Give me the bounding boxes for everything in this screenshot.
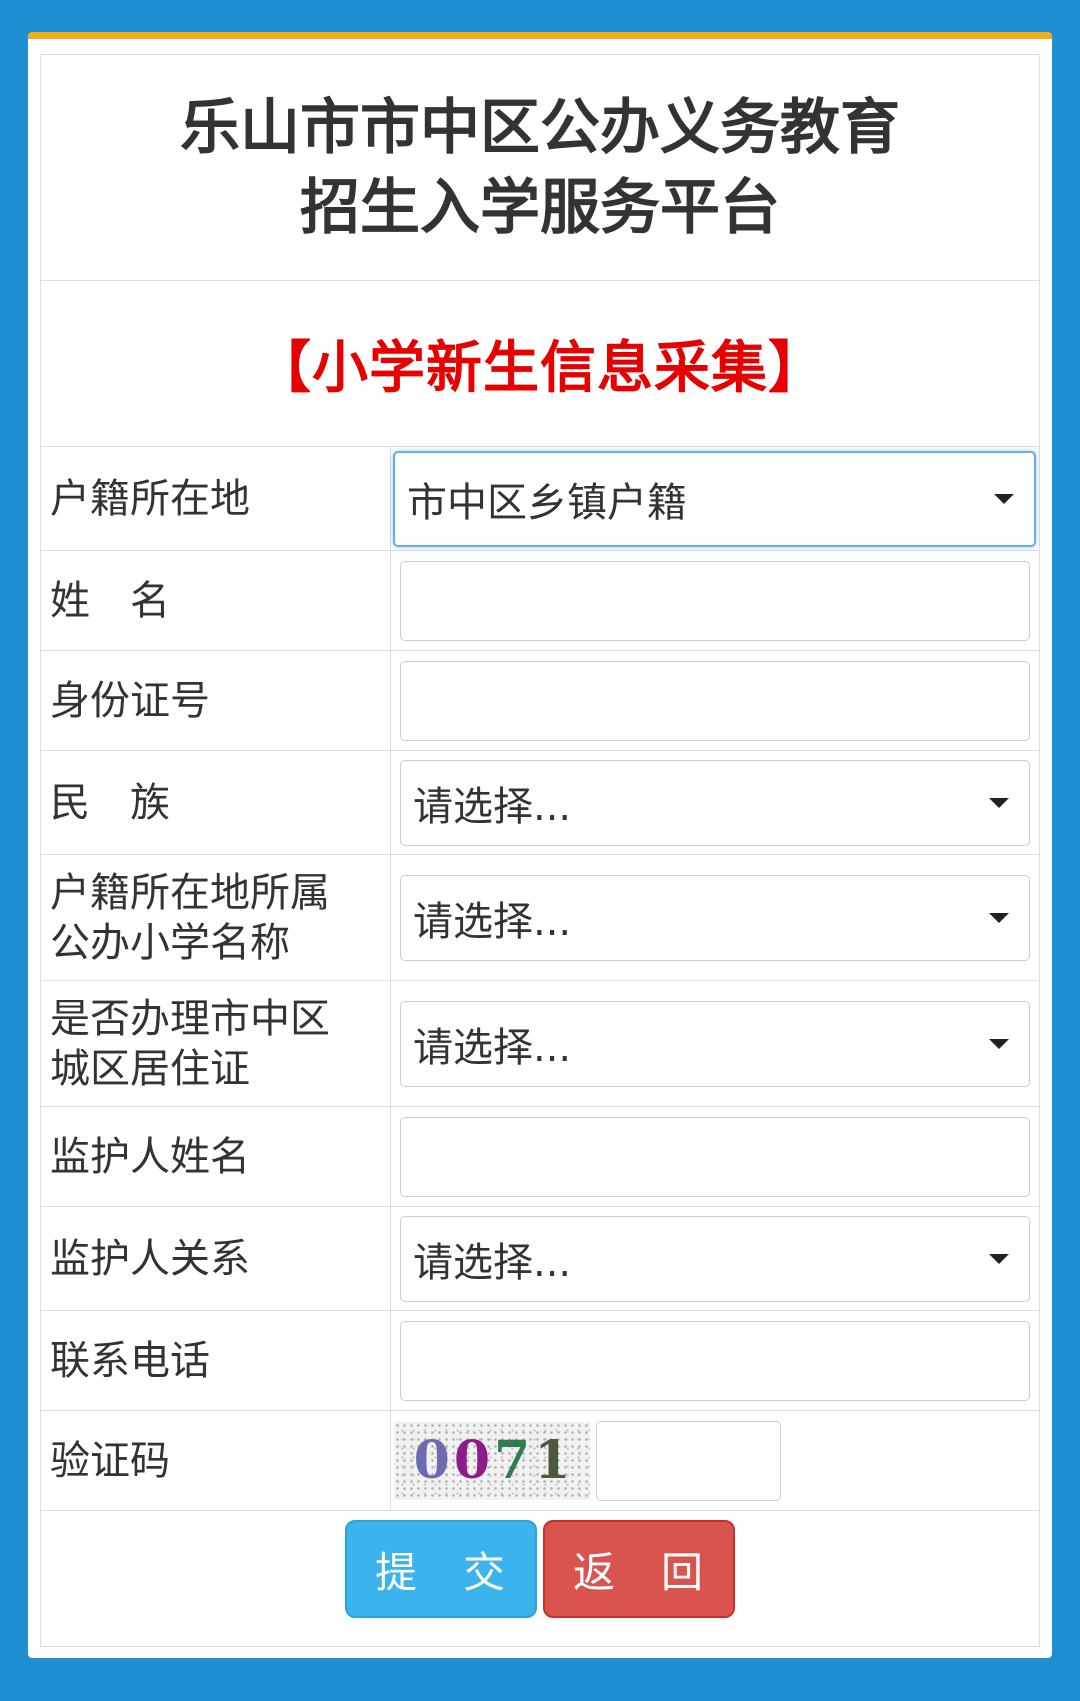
phone-label-text: 联系电话 bbox=[50, 1337, 210, 1384]
guardian-relation-label: 监护人关系 bbox=[41, 1207, 391, 1310]
school-label-text: 户籍所在地所属 公办小学名称 bbox=[50, 869, 330, 966]
back-button-label: 返 回 bbox=[572, 1547, 705, 1597]
captcha-digit: 1 bbox=[534, 1430, 571, 1491]
phone-label: 联系电话 bbox=[41, 1311, 391, 1410]
id-number-field-cell bbox=[391, 651, 1039, 750]
captcha-digit: 0 bbox=[413, 1430, 450, 1491]
residence-permit-field-cell: 请选择... bbox=[391, 981, 1039, 1106]
residence-permit-select[interactable]: 请选择... bbox=[400, 1000, 1030, 1087]
submit-button-label: 提 交 bbox=[374, 1547, 507, 1597]
school-label: 户籍所在地所属 公办小学名称 bbox=[41, 855, 391, 980]
form-panel: 乐山市市中区公办义务教育 招生入学服务平台 【小学新生信息采集】 户籍所在地 市… bbox=[40, 54, 1040, 1647]
section-header: 【小学新生信息采集】 bbox=[41, 281, 1039, 447]
captcha-digit: 0 bbox=[453, 1430, 490, 1491]
name-label: 姓 名 bbox=[41, 551, 391, 650]
guardian-relation-field-cell: 请选择... bbox=[391, 1207, 1039, 1310]
captcha-label-text: 验证码 bbox=[50, 1437, 170, 1484]
school-value: 请选择... bbox=[413, 898, 572, 945]
captcha-field-cell: 0 0 7 1 bbox=[391, 1411, 1039, 1510]
household-location-label: 户籍所在地 bbox=[41, 447, 391, 550]
section-title: 【小学新生信息采集】 bbox=[255, 336, 825, 401]
form-row-name: 姓 名 bbox=[41, 551, 1039, 651]
name-input[interactable] bbox=[400, 560, 1030, 641]
form-row-school: 户籍所在地所属 公办小学名称 请选择... bbox=[41, 855, 1039, 981]
submit-button[interactable]: 提 交 bbox=[345, 1520, 537, 1618]
residence-permit-value: 请选择... bbox=[413, 1024, 572, 1071]
form-row-guardian-relation: 监护人关系 请选择... bbox=[41, 1207, 1039, 1311]
form-row-household-location: 户籍所在地 市中区乡镇户籍 bbox=[41, 447, 1039, 551]
id-number-label: 身份证号 bbox=[41, 651, 391, 750]
form-row-captcha: 验证码 0 0 7 1 bbox=[41, 1411, 1039, 1511]
captcha-label: 验证码 bbox=[41, 1411, 391, 1510]
form-row-phone: 联系电话 bbox=[41, 1311, 1039, 1411]
guardian-name-input[interactable] bbox=[400, 1116, 1030, 1197]
id-number-input[interactable] bbox=[400, 660, 1030, 741]
guardian-name-label: 监护人姓名 bbox=[41, 1107, 391, 1206]
back-button[interactable]: 返 回 bbox=[543, 1520, 735, 1618]
chevron-down-icon bbox=[989, 912, 1009, 923]
household-location-select[interactable]: 市中区乡镇户籍 bbox=[393, 450, 1036, 547]
name-label-text: 姓 名 bbox=[50, 577, 170, 624]
residence-permit-label: 是否办理市中区 城区居住证 bbox=[41, 981, 391, 1106]
id-number-label-text: 身份证号 bbox=[50, 677, 210, 724]
captcha-digit: 7 bbox=[494, 1430, 531, 1491]
page-header: 乐山市市中区公办义务教育 招生入学服务平台 bbox=[41, 55, 1039, 281]
ethnicity-value: 请选择... bbox=[413, 783, 572, 830]
ethnicity-field-cell: 请选择... bbox=[391, 751, 1039, 854]
name-field-cell bbox=[391, 551, 1039, 650]
household-location-field: 市中区乡镇户籍 bbox=[391, 447, 1039, 550]
ethnicity-label: 民 族 bbox=[41, 751, 391, 854]
guardian-relation-select[interactable]: 请选择... bbox=[400, 1215, 1030, 1302]
form-row-guardian-name: 监护人姓名 bbox=[41, 1107, 1039, 1207]
ethnicity-select[interactable]: 请选择... bbox=[400, 759, 1030, 846]
page-title-line-2: 招生入学服务平台 bbox=[300, 172, 780, 243]
household-location-label-text: 户籍所在地 bbox=[50, 475, 250, 522]
residence-permit-label-text: 是否办理市中区 城区居住证 bbox=[50, 995, 330, 1092]
household-location-value: 市中区乡镇户籍 bbox=[407, 479, 687, 526]
chevron-down-icon bbox=[989, 1253, 1009, 1264]
captcha-image[interactable]: 0 0 7 1 bbox=[394, 1421, 590, 1500]
school-field-cell: 请选择... bbox=[391, 855, 1039, 980]
chevron-down-icon bbox=[994, 493, 1014, 504]
form-row-id-number: 身份证号 bbox=[41, 651, 1039, 751]
phone-field-cell bbox=[391, 1311, 1039, 1410]
page-title-line-1: 乐山市市中区公办义务教育 bbox=[180, 92, 900, 163]
chevron-down-icon bbox=[989, 1038, 1009, 1049]
ethnicity-label-text: 民 族 bbox=[50, 779, 170, 826]
action-bar: 提 交 返 回 bbox=[41, 1511, 1039, 1627]
guardian-name-label-text: 监护人姓名 bbox=[50, 1133, 250, 1180]
form-card: 乐山市市中区公办义务教育 招生入学服务平台 【小学新生信息采集】 户籍所在地 市… bbox=[28, 32, 1052, 1658]
guardian-name-field-cell bbox=[391, 1107, 1039, 1206]
form-row-residence-permit: 是否办理市中区 城区居住证 请选择... bbox=[41, 981, 1039, 1107]
chevron-down-icon bbox=[989, 797, 1009, 808]
guardian-relation-value: 请选择... bbox=[413, 1239, 572, 1286]
school-select[interactable]: 请选择... bbox=[400, 874, 1030, 961]
form-row-ethnicity: 民 族 请选择... bbox=[41, 751, 1039, 855]
guardian-relation-label-text: 监护人关系 bbox=[50, 1235, 250, 1282]
phone-input[interactable] bbox=[400, 1320, 1030, 1401]
captcha-input[interactable] bbox=[596, 1420, 781, 1501]
